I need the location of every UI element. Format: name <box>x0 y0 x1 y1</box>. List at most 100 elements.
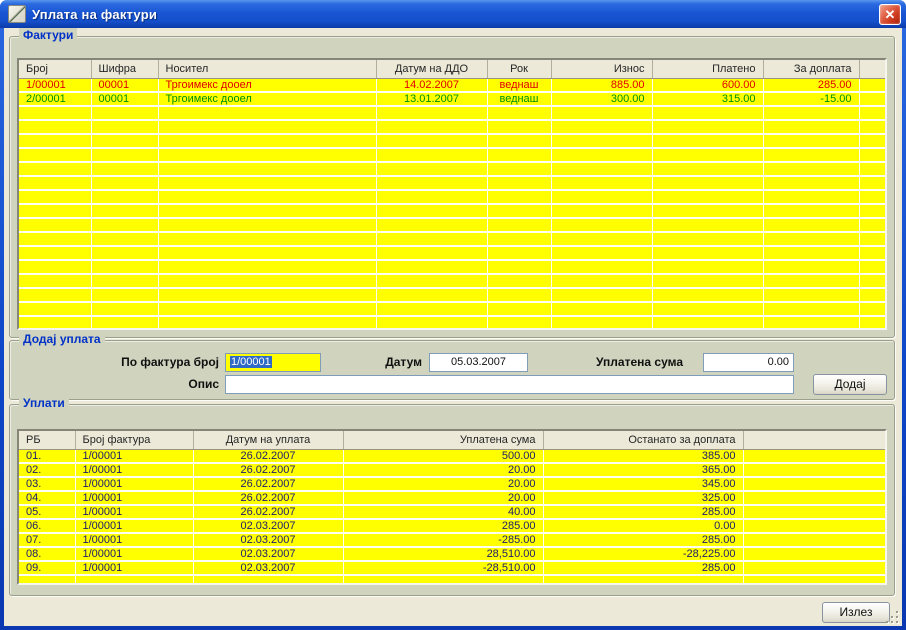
cell[interactable] <box>91 274 158 288</box>
cell[interactable] <box>652 190 763 204</box>
cell[interactable]: -28,225.00 <box>543 547 743 561</box>
cell[interactable] <box>652 134 763 148</box>
invoices-grid[interactable]: Број Шифра Носител Датум на ДДО Рок Изно… <box>17 58 887 330</box>
cell[interactable]: 385.00 <box>543 449 743 463</box>
cell[interactable]: 03. <box>19 477 75 491</box>
cell[interactable] <box>158 134 376 148</box>
table-row[interactable]: 02.1/0000126.02.200720.00365.00 <box>19 463 885 477</box>
cell[interactable] <box>19 162 91 176</box>
cell[interactable] <box>551 302 652 316</box>
cell[interactable] <box>652 316 763 330</box>
cell[interactable] <box>551 288 652 302</box>
cell[interactable] <box>859 92 885 106</box>
cell[interactable] <box>859 260 885 274</box>
description-input[interactable] <box>225 375 794 394</box>
payments-grid[interactable]: РБ Број фактура Датум на уплата Уплатена… <box>17 429 887 585</box>
cell[interactable]: 02.03.2007 <box>193 547 343 561</box>
cell[interactable]: 06. <box>19 519 75 533</box>
cell[interactable]: 13.01.2007 <box>376 92 487 106</box>
table-row[interactable] <box>19 575 885 585</box>
cell[interactable]: 26.02.2007 <box>193 505 343 519</box>
cell[interactable] <box>158 260 376 274</box>
cell[interactable] <box>158 204 376 218</box>
cell[interactable]: 28,510.00 <box>343 547 543 561</box>
cell[interactable] <box>551 176 652 190</box>
cell[interactable] <box>543 575 743 585</box>
cell[interactable]: 1/00001 <box>75 519 193 533</box>
cell[interactable] <box>158 288 376 302</box>
cell[interactable] <box>551 260 652 274</box>
cell[interactable]: 885.00 <box>551 78 652 92</box>
cell[interactable]: 285.00 <box>543 561 743 575</box>
cell[interactable] <box>487 148 551 162</box>
table-row[interactable] <box>19 134 885 148</box>
cell[interactable] <box>91 106 158 120</box>
cell[interactable] <box>763 120 859 134</box>
cell[interactable] <box>743 575 885 585</box>
table-row[interactable]: 04.1/0000126.02.200720.00325.00 <box>19 491 885 505</box>
cell[interactable] <box>19 148 91 162</box>
cell[interactable] <box>91 232 158 246</box>
cell[interactable]: 26.02.2007 <box>193 477 343 491</box>
cell[interactable] <box>652 288 763 302</box>
cell[interactable] <box>376 148 487 162</box>
cell[interactable]: -285.00 <box>343 533 543 547</box>
cell[interactable] <box>551 120 652 134</box>
close-button[interactable]: ✕ <box>879 4 901 25</box>
cell[interactable] <box>859 246 885 260</box>
cell[interactable] <box>652 218 763 232</box>
cell[interactable]: 325.00 <box>543 491 743 505</box>
cell[interactable]: -15.00 <box>763 92 859 106</box>
cell[interactable] <box>487 176 551 190</box>
cell[interactable]: 26.02.2007 <box>193 463 343 477</box>
cell[interactable] <box>91 176 158 190</box>
cell[interactable] <box>551 106 652 120</box>
table-row[interactable] <box>19 260 885 274</box>
cell[interactable] <box>376 204 487 218</box>
cell[interactable] <box>859 120 885 134</box>
cell[interactable] <box>91 218 158 232</box>
cell[interactable]: 08. <box>19 547 75 561</box>
cell[interactable] <box>158 120 376 134</box>
cell[interactable]: 20.00 <box>343 477 543 491</box>
cell[interactable] <box>19 190 91 204</box>
cell[interactable]: 26.02.2007 <box>193 449 343 463</box>
cell[interactable] <box>763 260 859 274</box>
cell[interactable]: 2/00001 <box>19 92 91 106</box>
cell[interactable] <box>763 246 859 260</box>
cell[interactable] <box>859 106 885 120</box>
cell[interactable] <box>763 218 859 232</box>
cell[interactable]: 05. <box>19 505 75 519</box>
cell[interactable] <box>859 288 885 302</box>
cell[interactable] <box>376 134 487 148</box>
cell[interactable]: веднаш <box>487 78 551 92</box>
cell[interactable] <box>763 162 859 176</box>
cell[interactable]: 1/00001 <box>75 561 193 575</box>
table-row[interactable] <box>19 190 885 204</box>
table-row[interactable] <box>19 274 885 288</box>
cell[interactable] <box>487 260 551 274</box>
cell[interactable]: 1/00001 <box>75 477 193 491</box>
cell[interactable]: 600.00 <box>652 78 763 92</box>
cell[interactable]: 02.03.2007 <box>193 561 343 575</box>
cell[interactable] <box>91 162 158 176</box>
table-row[interactable]: 1/0000100001Тргоимекс дооел14.02.2007вед… <box>19 78 885 92</box>
cell[interactable]: 07. <box>19 533 75 547</box>
cell[interactable] <box>551 232 652 246</box>
cell[interactable] <box>859 274 885 288</box>
table-row[interactable] <box>19 204 885 218</box>
table-row[interactable]: 01.1/0000126.02.2007500.00385.00 <box>19 449 885 463</box>
cell[interactable] <box>551 190 652 204</box>
cell[interactable]: 285.00 <box>763 78 859 92</box>
cell[interactable]: 1/00001 <box>19 78 91 92</box>
cell[interactable]: 365.00 <box>543 463 743 477</box>
cell[interactable]: 26.02.2007 <box>193 491 343 505</box>
cell[interactable] <box>376 176 487 190</box>
cell[interactable] <box>487 316 551 330</box>
titlebar[interactable]: Уплата на фактури ✕ <box>0 0 906 28</box>
cell[interactable] <box>859 232 885 246</box>
cell[interactable] <box>763 176 859 190</box>
cell[interactable] <box>376 232 487 246</box>
cell[interactable] <box>743 505 885 519</box>
cell[interactable] <box>743 477 885 491</box>
